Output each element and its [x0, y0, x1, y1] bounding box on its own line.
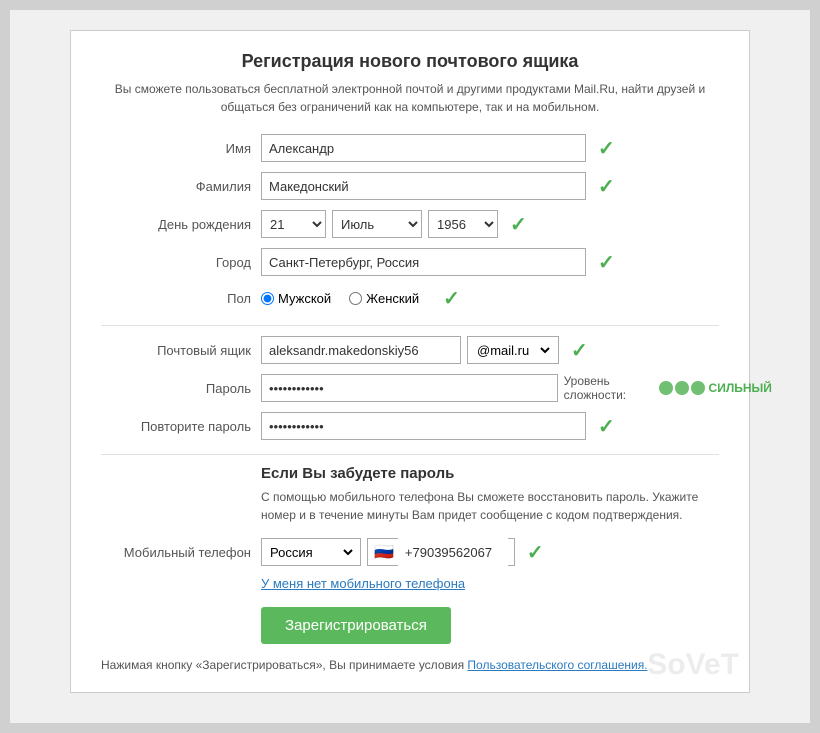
strength-icon-2: [675, 381, 689, 395]
page-subtitle: Вы сможете пользоваться бесплатной элект…: [101, 80, 719, 116]
strength-value: СИЛЬНЫЙ: [709, 381, 772, 395]
gender-male-radio[interactable]: [261, 292, 274, 305]
confirm-password-check: ✓: [598, 414, 615, 439]
birthday-row: День рождения 21 Июль 1956 ✓: [101, 210, 719, 238]
email-row: Почтовый ящик @mail.ru @inbox.ru @list.r…: [101, 336, 719, 364]
gender-male-label: Мужской: [278, 291, 331, 306]
page-container: Регистрация нового почтового ящика Вы см…: [10, 10, 810, 723]
last-name-label: Фамилия: [101, 179, 261, 194]
gender-control: Мужской Женский ✓: [261, 286, 719, 311]
gender-male-option[interactable]: Мужской: [261, 291, 331, 306]
strength-icon-1: [659, 381, 673, 395]
password-label: Пароль: [101, 381, 261, 396]
birthday-day-select[interactable]: 21: [261, 210, 326, 238]
terms-text: Нажимая кнопку «Зарегистрироваться», Вы …: [101, 658, 719, 672]
phone-label: Мобильный телефон: [101, 545, 261, 560]
last-name-control: ✓: [261, 172, 719, 200]
phone-country-select[interactable]: Россия: [266, 544, 356, 561]
confirm-password-control: ✓: [261, 412, 719, 440]
last-name-input[interactable]: [261, 172, 586, 200]
gender-female-radio[interactable]: [349, 292, 362, 305]
gender-check: ✓: [443, 286, 460, 311]
city-row: Город ✓: [101, 248, 719, 276]
first-name-check: ✓: [598, 136, 615, 161]
gender-female-option[interactable]: Женский: [349, 291, 419, 306]
birthday-month-select[interactable]: Июль: [332, 210, 422, 238]
no-phone-link[interactable]: У меня нет мобильного телефона: [261, 576, 465, 591]
terms-link[interactable]: Пользовательского соглашения.: [467, 658, 647, 672]
gender-female-label: Женский: [366, 291, 419, 306]
register-button[interactable]: Зарегистрироваться: [261, 607, 451, 644]
forgot-password-title: Если Вы забудете пароль: [261, 465, 719, 482]
divider-1: [101, 325, 719, 326]
confirm-password-input[interactable]: [261, 412, 586, 440]
email-domain-selector[interactable]: @mail.ru @inbox.ru @list.ru @bk.ru: [467, 336, 559, 364]
first-name-control: ✓: [261, 134, 719, 162]
password-control: Уровень сложности: СИЛЬНЫЙ: [261, 374, 772, 402]
birthday-control: 21 Июль 1956 ✓: [261, 210, 719, 238]
email-domain-select[interactable]: @mail.ru @inbox.ru @list.ru @bk.ru: [473, 342, 553, 359]
strength-text: Уровень сложности:: [564, 374, 655, 402]
email-input[interactable]: [261, 336, 461, 364]
phone-check: ✓: [527, 540, 544, 565]
phone-control: Россия 🇷🇺 ✓: [261, 538, 719, 566]
email-label: Почтовый ящик: [101, 343, 261, 358]
strength-icons: [659, 381, 705, 395]
terms-prefix: Нажимая кнопку «Зарегистрироваться», Вы …: [101, 658, 464, 672]
city-control: ✓: [261, 248, 719, 276]
forgot-password-desc: С помощью мобильного телефона Вы сможете…: [261, 488, 719, 524]
confirm-password-label: Повторите пароль: [101, 419, 261, 434]
first-name-input[interactable]: [261, 134, 586, 162]
phone-number-field: 🇷🇺: [367, 538, 515, 566]
birthday-year-select[interactable]: 1956: [428, 210, 498, 238]
phone-country-selector[interactable]: Россия: [261, 538, 361, 566]
confirm-password-row: Повторите пароль ✓: [101, 412, 719, 440]
forgot-password-section: Если Вы забудете пароль С помощью мобиль…: [261, 465, 719, 524]
last-name-row: Фамилия ✓: [101, 172, 719, 200]
first-name-label: Имя: [101, 141, 261, 156]
gender-row: Пол Мужской Женский ✓: [101, 286, 719, 311]
birthday-label: День рождения: [101, 217, 261, 232]
last-name-check: ✓: [598, 174, 615, 199]
city-check: ✓: [598, 250, 615, 275]
form-wrapper: Регистрация нового почтового ящика Вы см…: [70, 30, 750, 693]
city-label: Город: [101, 255, 261, 270]
first-name-row: Имя ✓: [101, 134, 719, 162]
phone-row: Мобильный телефон Россия 🇷🇺 ✓: [101, 538, 719, 566]
password-strength: Уровень сложности: СИЛЬНЫЙ: [564, 374, 772, 402]
email-check: ✓: [571, 338, 588, 363]
password-input[interactable]: [261, 374, 558, 402]
city-input[interactable]: [261, 248, 586, 276]
phone-flag-icon: 🇷🇺: [374, 542, 394, 562]
birthday-check: ✓: [510, 212, 527, 237]
email-control: @mail.ru @inbox.ru @list.ru @bk.ru ✓: [261, 336, 719, 364]
phone-number-input[interactable]: [398, 538, 508, 566]
strength-icon-3: [691, 381, 705, 395]
gender-label: Пол: [101, 291, 261, 306]
page-title: Регистрация нового почтового ящика: [101, 51, 719, 72]
divider-2: [101, 454, 719, 455]
password-row: Пароль Уровень сложности: СИЛЬНЫЙ: [101, 374, 719, 402]
